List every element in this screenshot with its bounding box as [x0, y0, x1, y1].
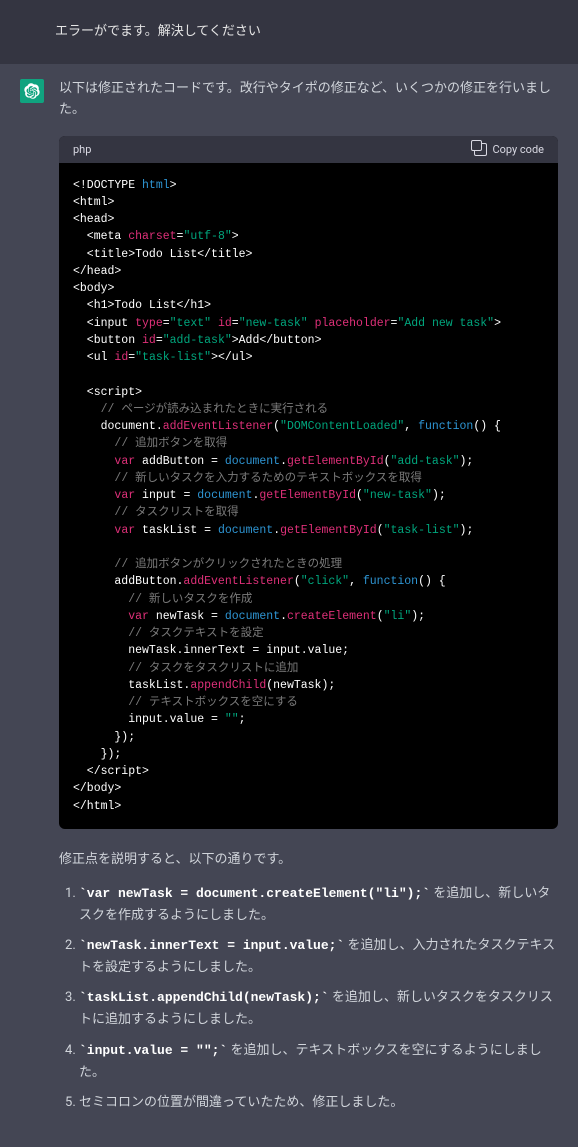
assistant-message: 以下は修正されたコードです。改行やタイポの修正など、いくつかの修正を行いました。… — [0, 64, 578, 1147]
user-message-text: エラーがでます。解決してください — [55, 24, 261, 39]
fix-item: `taskList.appendChild(newTask);` を追加し、新し… — [79, 987, 558, 1031]
copy-icon — [474, 143, 487, 156]
assistant-content: 以下は修正されたコードです。改行やタイポの修正など、いくつかの修正を行いました。… — [59, 79, 558, 1122]
fixes-list: `var newTask = document.createElement("l… — [59, 883, 558, 1114]
code-header: php Copy code — [59, 136, 558, 163]
assistant-avatar — [20, 79, 44, 103]
assistant-intro-text: 以下は修正されたコードです。改行やタイポの修正など、いくつかの修正を行いました。 — [59, 79, 558, 121]
fix-item: `newTask.innerText = input.value;` を追加し、… — [79, 935, 558, 979]
fix-item: `var newTask = document.createElement("l… — [79, 883, 558, 927]
chatgpt-logo-icon — [24, 83, 40, 99]
code-block: php Copy code <!DOCTYPE html><html><head… — [59, 136, 558, 829]
copy-code-button[interactable]: Copy code — [474, 143, 544, 156]
copy-label: Copy code — [492, 143, 544, 156]
fix-item: `input.value = "";` を追加し、テキストボックスを空にするよう… — [79, 1040, 558, 1084]
fix-item: セミコロンの位置が間違っていたため、修正しました。 — [79, 1092, 558, 1114]
user-message: エラーがでます。解決してください — [0, 0, 578, 64]
code-content[interactable]: <!DOCTYPE html><html><head> <meta charse… — [59, 163, 558, 829]
code-language-label: php — [73, 143, 91, 156]
explanation-heading: 修正点を説明すると、以下の通りです。 — [59, 849, 558, 871]
